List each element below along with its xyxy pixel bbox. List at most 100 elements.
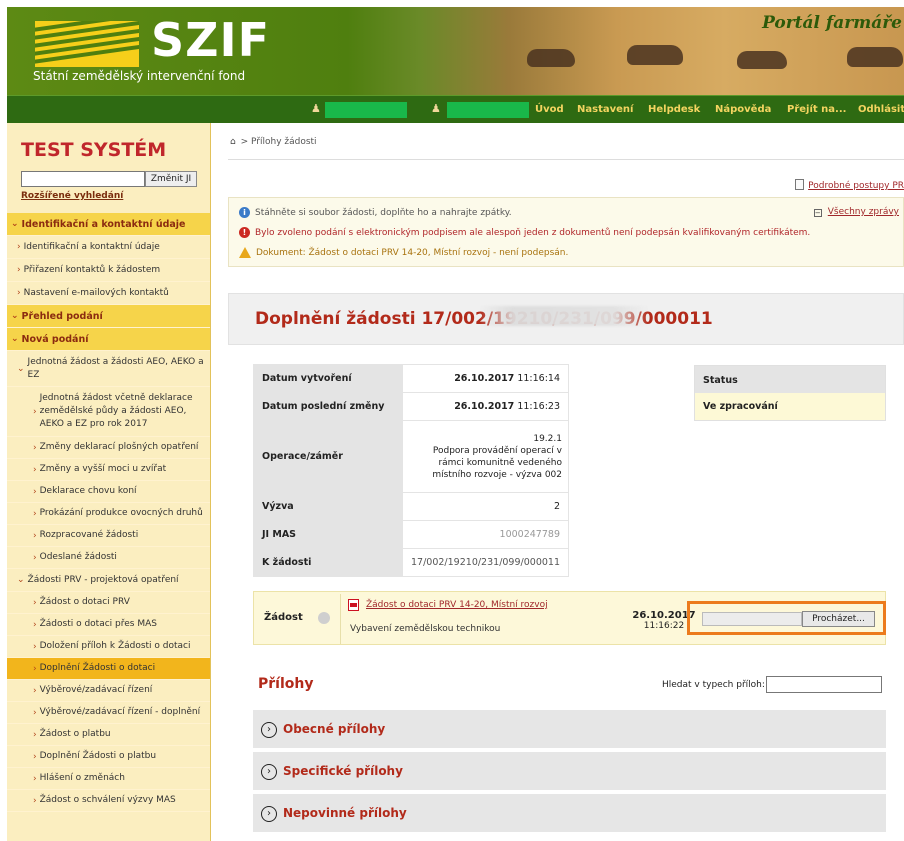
all-messages-link[interactable]: − Všechny zprávy: [813, 207, 899, 217]
sidebar-item[interactable]: › Změny deklarací plošných opatření: [7, 437, 210, 459]
expand-icon[interactable]: ›: [261, 722, 277, 738]
change-ji-button[interactable]: Změnit JI: [145, 171, 197, 187]
breadcrumb-separator: >: [240, 137, 249, 147]
sidebar-section[interactable]: ⌄ Identifikační a kontaktní údaje: [7, 213, 210, 236]
top-navbar: ♟ ♟ Úvod Nastavení Helpdesk Nápověda Pře…: [7, 95, 904, 123]
sidebar-item[interactable]: ⌄ Jednotná žádost a žádosti AEO, AEKO a E…: [7, 351, 210, 387]
sidebar-item-label[interactable]: Přehled podání: [22, 310, 103, 323]
row-label: Výzva: [252, 492, 404, 521]
sidebar-item[interactable]: › Přiřazení kontaktů k žádostem: [7, 259, 210, 282]
sidebar-item-label[interactable]: Výběrové/zadávací řízení - doplnění: [40, 706, 201, 719]
accordion-label[interactable]: Specifické přílohy: [283, 764, 403, 778]
sidebar-item[interactable]: › Doložení příloh k Žádosti o dotaci: [7, 636, 210, 658]
sidebar-section[interactable]: ⌄ Nová podání: [7, 328, 210, 351]
file-path-field[interactable]: [702, 612, 802, 626]
row-label: JI MAS: [252, 520, 404, 549]
sidebar-item-label[interactable]: Žádosti o dotaci přes MAS: [40, 618, 157, 631]
detailed-procedures-label[interactable]: Podrobné postupy PR: [808, 181, 904, 191]
row-label: Operace/záměr: [252, 420, 404, 493]
sidebar-item[interactable]: › Jednotná žádost včetně deklarace zemědě…: [7, 387, 210, 437]
browse-button[interactable]: Procházet...: [802, 611, 875, 627]
sidebar-item[interactable]: › Doplnění Žádosti o dotaci: [7, 658, 210, 680]
sidebar-item-label[interactable]: Doplnění Žádosti o dotaci: [40, 662, 156, 675]
expand-icon[interactable]: ›: [261, 806, 277, 822]
expand-icon[interactable]: ›: [261, 764, 277, 780]
nav-prejit-na[interactable]: Přejít na...: [787, 104, 846, 115]
cow-illustration: [627, 45, 683, 65]
sidebar-item[interactable]: › Výběrové/zadávací řízení - doplnění: [7, 702, 210, 724]
error-icon: !: [239, 227, 250, 238]
sidebar-item[interactable]: › Žádosti o dotaci přes MAS: [7, 614, 210, 636]
sidebar-item[interactable]: › Prokázání produkce ovocných druhů: [7, 503, 210, 525]
sidebar-item-label[interactable]: Deklarace chovu koní: [40, 485, 137, 498]
detailed-procedures-link[interactable]: Podrobné postupy PR: [795, 179, 904, 191]
chevron-right-icon: ›: [33, 508, 37, 519]
table-row: Datum poslední změny 26.10.2017 11:16:23: [252, 392, 569, 421]
all-messages-label[interactable]: Všechny zprávy: [828, 207, 899, 217]
nav-helpdesk[interactable]: Helpdesk: [648, 104, 700, 115]
sidebar-item-label[interactable]: Rozpracované žádosti: [40, 529, 139, 542]
sidebar-item-label[interactable]: Žádost o platbu: [40, 728, 111, 741]
application-download-link[interactable]: Žádost o dotaci PRV 14-20, Místní rozvoj: [366, 600, 548, 610]
collapse-icon[interactable]: −: [813, 209, 822, 217]
szif-logo-mark: [35, 21, 139, 67]
chevron-right-icon: ›: [33, 486, 37, 497]
accordion-specific-attachments[interactable]: › Specifické přílohy: [253, 752, 886, 792]
attachment-search-input[interactable]: [766, 676, 882, 693]
nav-uvod[interactable]: Úvod: [535, 104, 564, 115]
row-value: 17/002/19210/231/099/000011: [402, 548, 569, 577]
sidebar-menu: ⌄ Identifikační a kontaktní údaje › Identif…: [7, 213, 210, 812]
accordion-label[interactable]: Obecné přílohy: [283, 722, 385, 736]
sidebar-item[interactable]: › Deklarace chovu koní: [7, 481, 210, 503]
ji-input[interactable]: [21, 171, 145, 187]
sidebar-item-label[interactable]: Přiřazení kontaktů k žádostem: [24, 264, 161, 277]
sidebar-item[interactable]: › Odeslané žádosti: [7, 547, 210, 569]
sidebar-item[interactable]: › Žádost o platbu: [7, 724, 210, 746]
sidebar-item-label[interactable]: Nová podání: [22, 333, 89, 346]
advanced-search-link[interactable]: Rozšířené vyhledání: [21, 191, 123, 201]
sidebar-item-label[interactable]: Jednotná žádost včetně deklarace zeměděl…: [40, 392, 207, 431]
sidebar-item-label[interactable]: Žádost o schválení výzvy MAS: [40, 794, 176, 807]
sidebar-item-label[interactable]: Prokázání produkce ovocných druhů: [40, 507, 203, 520]
sidebar-item[interactable]: ⌄ Žádosti PRV - projektová opatření: [7, 569, 210, 592]
sidebar-item-label[interactable]: Jednotná žádost a žádosti AEO, AEKO a EZ: [28, 356, 207, 382]
nav-napoveda[interactable]: Nápověda: [715, 104, 771, 115]
accordion-general-attachments[interactable]: › Obecné přílohy: [253, 710, 886, 750]
sidebar-item-label[interactable]: Doplnění Žádosti o platbu: [40, 750, 156, 763]
sidebar-item[interactable]: › Změny a vyšší moci u zvířat: [7, 459, 210, 481]
sidebar-item-label[interactable]: Hlášení o změnách: [40, 772, 125, 785]
sidebar-item-label[interactable]: Doložení příloh k Žádosti o dotaci: [40, 640, 191, 653]
sidebar-item[interactable]: › Žádost o schválení výzvy MAS: [7, 790, 210, 812]
sidebar-item[interactable]: › Rozpracované žádosti: [7, 525, 210, 547]
main-content: ⌂ > Přílohy žádosti Podrobné postupy PR …: [228, 123, 904, 841]
sidebar-item[interactable]: › Identifikační a kontaktní údaje: [7, 236, 210, 259]
row-value: 26.10.2017 11:16:14: [402, 364, 569, 393]
sidebar-item-label[interactable]: Změny deklarací plošných opatření: [40, 441, 199, 454]
cow-illustration: [847, 47, 903, 67]
chevron-right-icon: ›: [33, 442, 37, 453]
sidebar-item[interactable]: › Doplnění Žádosti o platbu: [7, 746, 210, 768]
sidebar-item[interactable]: › Nastavení e-mailových kontaktů: [7, 282, 210, 305]
pdf-icon[interactable]: [348, 599, 359, 611]
home-icon[interactable]: ⌂: [230, 137, 236, 147]
sidebar-item-label[interactable]: Změny a vyšší moci u zvířat: [40, 463, 167, 476]
nav-odhlasit[interactable]: Odhlásit: [858, 104, 904, 115]
sidebar-item[interactable]: › Žádost o dotaci PRV: [7, 592, 210, 614]
row-label: Datum poslední změny: [252, 392, 404, 421]
sidebar-item-label[interactable]: Žádosti PRV - projektová opatření: [28, 574, 179, 587]
sidebar-item[interactable]: › Výběrové/zadávací řízení: [7, 680, 210, 702]
accordion-optional-attachments[interactable]: › Nepovinné přílohy: [253, 794, 886, 834]
sidebar-item-label[interactable]: Výběrové/zadávací řízení: [40, 684, 153, 697]
accordion-label[interactable]: Nepovinné přílohy: [283, 806, 407, 820]
sidebar-item-label[interactable]: Odeslané žádosti: [40, 551, 117, 564]
sidebar-item-label[interactable]: Žádost o dotaci PRV: [40, 596, 130, 609]
nav-nastaveni[interactable]: Nastavení: [577, 104, 633, 115]
sidebar-item-label[interactable]: Nastavení e-mailových kontaktů: [24, 287, 169, 300]
chevron-down-icon: ⌄: [11, 219, 19, 229]
sidebar-item-label[interactable]: Identifikační a kontaktní údaje: [22, 218, 186, 231]
sidebar-item[interactable]: › Hlášení o změnách: [7, 768, 210, 790]
sidebar-item-label[interactable]: Identifikační a kontaktní údaje: [24, 241, 160, 254]
logo-text[interactable]: SZIF: [151, 13, 270, 67]
sidebar-section[interactable]: ⌄ Přehled podání: [7, 305, 210, 328]
user-icon: ♟: [431, 102, 441, 115]
